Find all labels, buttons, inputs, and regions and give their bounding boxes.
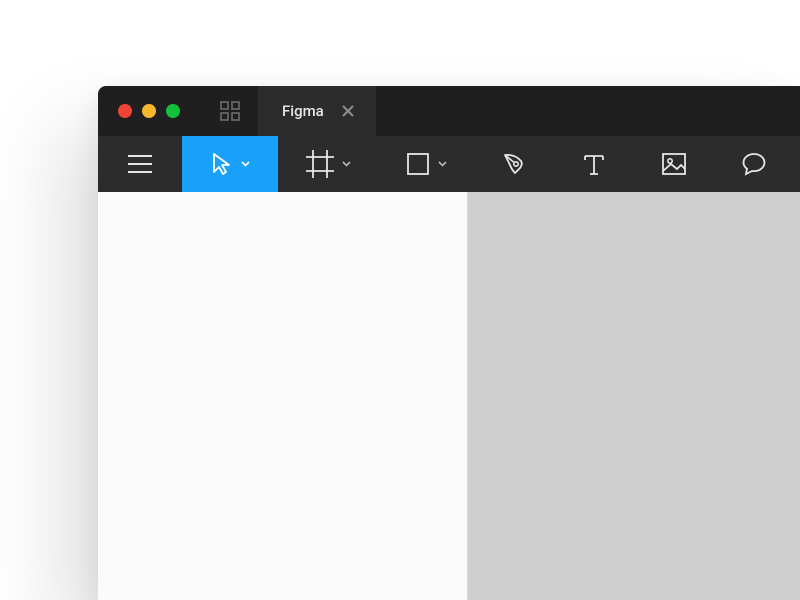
close-window-button[interactable]: [118, 104, 132, 118]
rectangle-icon: [406, 152, 430, 176]
tab-close-button[interactable]: [342, 105, 354, 117]
window-controls: [98, 86, 202, 136]
app-switcher-button[interactable]: [202, 86, 258, 136]
app-window: Figma: [98, 86, 800, 600]
chevron-down-icon: [342, 161, 351, 167]
image-icon: [661, 152, 687, 176]
close-icon: [342, 105, 354, 117]
titlebar: Figma: [98, 86, 800, 136]
chevron-down-icon: [241, 161, 250, 167]
left-panel: [98, 192, 468, 600]
move-tool[interactable]: [182, 136, 278, 192]
image-tool[interactable]: [634, 136, 714, 192]
chevron-down-icon: [438, 161, 447, 167]
pen-icon: [501, 151, 527, 177]
menu-button[interactable]: [98, 136, 182, 192]
shape-tool[interactable]: [378, 136, 474, 192]
minimize-window-button[interactable]: [142, 104, 156, 118]
frame-icon: [306, 150, 334, 178]
tab-label: Figma: [282, 102, 324, 120]
tab-figma[interactable]: Figma: [258, 86, 376, 136]
canvas[interactable]: [468, 192, 800, 600]
hamburger-icon: [127, 154, 153, 174]
grid-icon: [220, 101, 240, 121]
text-icon: [582, 152, 606, 176]
workspace: [98, 192, 800, 600]
pen-tool[interactable]: [474, 136, 554, 192]
text-tool[interactable]: [554, 136, 634, 192]
frame-tool[interactable]: [278, 136, 378, 192]
cursor-icon: [211, 152, 233, 176]
toolbar: [98, 136, 800, 192]
comment-tool[interactable]: [714, 136, 794, 192]
maximize-window-button[interactable]: [166, 104, 180, 118]
comment-icon: [741, 151, 767, 177]
